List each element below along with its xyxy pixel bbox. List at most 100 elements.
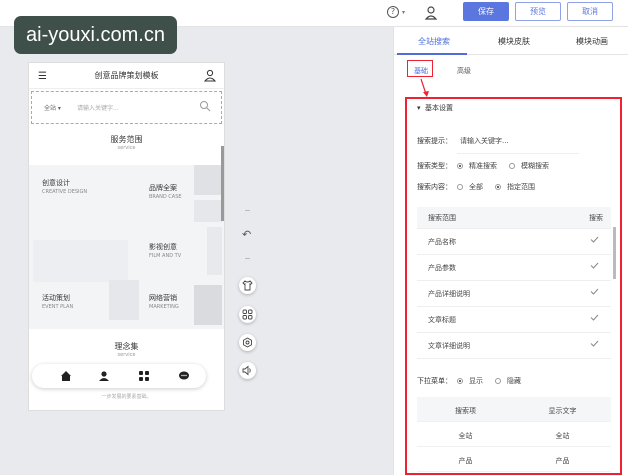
tab-module-animation[interactable]: 模块动画 bbox=[576, 36, 608, 47]
row-label: 产品详细说明 bbox=[428, 290, 470, 298]
column-header: 搜索 bbox=[589, 214, 603, 222]
section-subtitle: service bbox=[117, 145, 136, 151]
service-cell[interactable]: 品牌全案 BRAND CASE bbox=[149, 183, 182, 200]
radio-range[interactable] bbox=[495, 184, 501, 190]
table-row[interactable]: 文章详细说明 bbox=[417, 333, 611, 359]
image-placeholder bbox=[109, 280, 139, 320]
table-row[interactable]: 产品详细说明 bbox=[417, 281, 611, 307]
tab-module-skin[interactable]: 模块皮肤 bbox=[498, 36, 530, 47]
image-placeholder bbox=[194, 165, 222, 195]
service-cell[interactable]: 网络营销 MARKETING bbox=[149, 293, 179, 310]
table-row[interactable]: 产品 产品 bbox=[417, 447, 611, 472]
subtab-advanced[interactable]: 高级 bbox=[457, 66, 471, 76]
divider bbox=[245, 258, 250, 259]
footer-text: 一步发展的要素基础。 bbox=[101, 394, 152, 400]
row-label: 文章详细说明 bbox=[428, 342, 470, 350]
service-section-heading: 服务范围 service bbox=[29, 134, 224, 151]
active-tab-indicator bbox=[397, 53, 467, 55]
tab-site-search[interactable]: 全站搜索 bbox=[418, 36, 450, 47]
check-icon[interactable] bbox=[590, 288, 599, 295]
modules-icon[interactable] bbox=[239, 306, 256, 323]
grid-icon[interactable] bbox=[138, 370, 150, 382]
sound-icon[interactable] bbox=[239, 362, 256, 379]
home-icon[interactable] bbox=[60, 370, 72, 382]
search-input[interactable]: 请输入关键字... bbox=[77, 103, 119, 112]
watermark: ai-youxi.com.cn bbox=[14, 16, 177, 54]
radio-show[interactable] bbox=[457, 378, 463, 384]
save-button[interactable]: 保存 bbox=[463, 2, 509, 21]
settings-icon[interactable] bbox=[239, 334, 256, 351]
section-title: 服务范围 bbox=[110, 135, 143, 144]
row-label: 文章标题 bbox=[428, 316, 456, 324]
cell: 产品 bbox=[458, 457, 473, 465]
user-icon[interactable] bbox=[204, 69, 216, 82]
undo-icon[interactable]: ↶ bbox=[242, 228, 251, 241]
type-label: 搜索类型： bbox=[417, 162, 452, 170]
service-grid: 创意设计 CREATIVE DESIGN 品牌全案 BRAND CASE 影视创意 F… bbox=[29, 165, 224, 329]
phone-header: ☰ 创意品牌策划模板 bbox=[29, 63, 224, 89]
check-icon[interactable] bbox=[590, 340, 599, 347]
bottom-nav bbox=[32, 364, 206, 388]
section-title: 理念集 bbox=[114, 342, 139, 351]
cell[interactable]: 全站 bbox=[514, 431, 611, 441]
chevron-down-icon[interactable]: ▾ bbox=[402, 9, 405, 16]
check-icon[interactable] bbox=[590, 262, 599, 269]
highlight-box: ▾ 基本设置 搜索提示： 请输入关键字... 搜索类型： 精准搜索 模糊搜索 搜… bbox=[405, 97, 622, 475]
option-fuzzy: 模糊搜索 bbox=[521, 162, 549, 170]
service-cell[interactable]: 活动策划 EVENT PLAN bbox=[42, 293, 73, 310]
radio-exact[interactable] bbox=[457, 163, 463, 169]
image-placeholder bbox=[194, 285, 222, 325]
table-row[interactable]: 文章标题 bbox=[417, 307, 611, 333]
phone-preview: ☰ 创意品牌策划模板 全站 ▾ 请输入关键字... 服务范围 service 创… bbox=[28, 62, 225, 411]
table-header: 搜索范围 搜索 bbox=[417, 207, 611, 229]
check-icon[interactable] bbox=[590, 236, 599, 243]
chat-icon[interactable] bbox=[178, 370, 190, 382]
shirt-icon[interactable] bbox=[239, 277, 256, 294]
option-all: 全部 bbox=[469, 183, 483, 191]
table-header: 搜索项 显示文字 bbox=[417, 397, 611, 422]
phone-scrollbar[interactable] bbox=[221, 146, 224, 221]
option-range: 指定范围 bbox=[507, 183, 535, 191]
search-scope-select[interactable]: 全站 ▾ bbox=[44, 103, 61, 112]
row-label: 产品参数 bbox=[428, 264, 456, 272]
section-header[interactable]: ▾ 基本设置 bbox=[417, 103, 453, 113]
option-show: 显示 bbox=[469, 377, 483, 385]
column-header: 显示文字 bbox=[548, 407, 577, 415]
panel-tabs: 全站搜索 模块皮肤 模块动画 bbox=[394, 27, 628, 55]
user-icon[interactable] bbox=[424, 5, 438, 20]
row-label: 产品名称 bbox=[428, 238, 456, 246]
idea-section-heading: 理念集 service bbox=[29, 341, 224, 358]
table-scrollbar[interactable] bbox=[613, 227, 616, 279]
search-icon[interactable] bbox=[199, 100, 211, 112]
dropdown-label: 下拉菜单： bbox=[417, 377, 452, 385]
cell[interactable]: 产品 bbox=[514, 456, 611, 466]
table-row[interactable]: 产品参数 bbox=[417, 255, 611, 281]
highlight-box bbox=[407, 60, 433, 77]
contacts-icon[interactable] bbox=[98, 370, 110, 382]
help-icon[interactable]: ? bbox=[387, 6, 399, 18]
radio-fuzzy[interactable] bbox=[509, 163, 515, 169]
cancel-button[interactable]: 取消 bbox=[567, 2, 613, 21]
scope-table: 搜索范围 搜索 产品名称 产品参数 产品详细说明 文章标题 文章详细说明 bbox=[417, 207, 611, 359]
service-cell[interactable]: 影视创意 FILM AND TV bbox=[149, 242, 181, 259]
image-placeholder bbox=[207, 227, 222, 275]
table-row[interactable]: 全站 全站 bbox=[417, 422, 611, 447]
arrow-icon bbox=[420, 78, 429, 97]
image-placeholder bbox=[194, 200, 222, 222]
column-header: 搜索范围 bbox=[428, 214, 456, 222]
radio-hide[interactable] bbox=[495, 378, 501, 384]
table-row[interactable]: 产品名称 bbox=[417, 229, 611, 255]
phone-title: 创意品牌策划模板 bbox=[94, 71, 159, 80]
content-label: 搜索内容： bbox=[417, 183, 452, 191]
search-module[interactable]: 全站 ▾ 请输入关键字... bbox=[31, 91, 222, 124]
radio-all[interactable] bbox=[457, 184, 463, 190]
cell: 全站 bbox=[458, 432, 473, 440]
preview-button[interactable]: 预览 bbox=[515, 2, 561, 21]
prompt-label: 搜索提示： bbox=[417, 137, 452, 145]
prompt-value: 请输入关键字... bbox=[460, 137, 509, 145]
option-exact: 精准搜索 bbox=[469, 162, 497, 170]
service-cell[interactable]: 创意设计 CREATIVE DESIGN bbox=[42, 178, 87, 195]
divider bbox=[245, 210, 250, 211]
option-hide: 隐藏 bbox=[507, 377, 521, 385]
check-icon[interactable] bbox=[590, 314, 599, 321]
